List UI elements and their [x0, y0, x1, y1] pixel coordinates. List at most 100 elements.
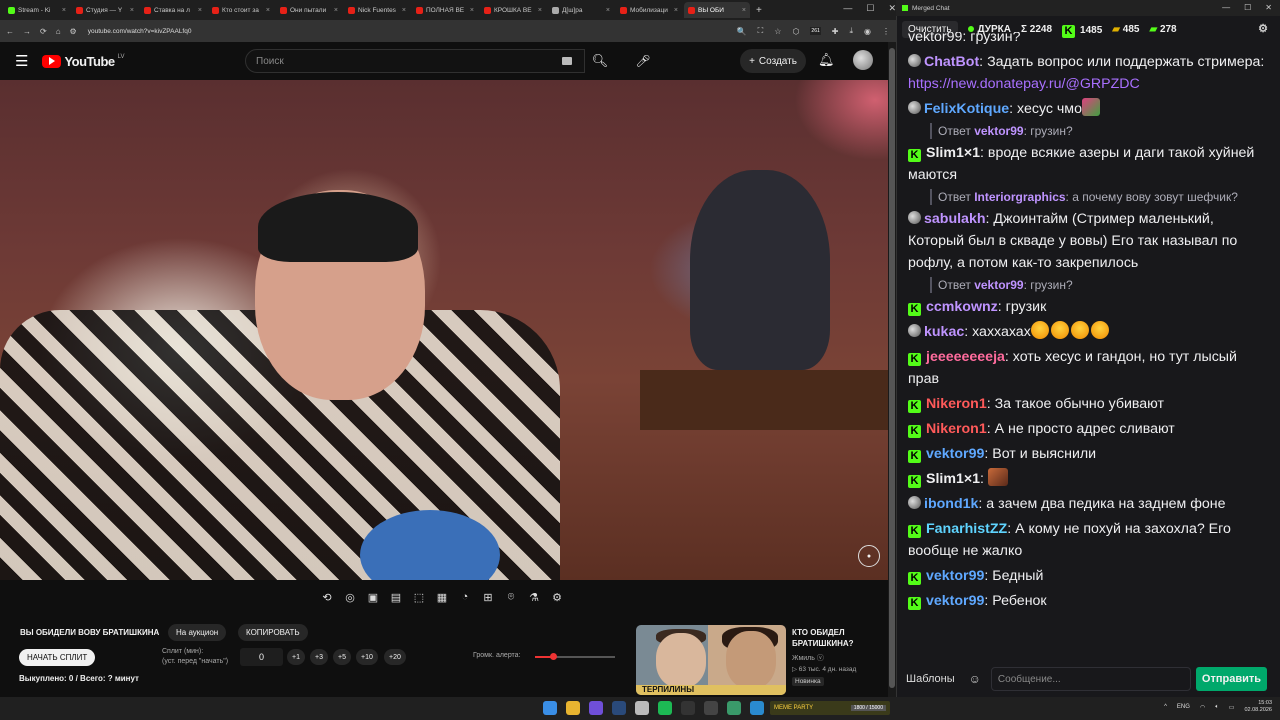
start-split-button[interactable]: НАЧАТЬ СПЛИТ — [19, 649, 96, 666]
steam-icon[interactable] — [612, 701, 626, 715]
keyboard-icon[interactable] — [562, 57, 572, 65]
search-app-icon[interactable] — [635, 701, 649, 715]
battery-icon[interactable]: ▭ — [1229, 704, 1235, 711]
profile-icon[interactable]: ◉ — [864, 27, 871, 36]
page-scrollbar-thumb[interactable] — [889, 48, 895, 688]
send-button[interactable]: Отправить — [1195, 667, 1268, 691]
video-player[interactable] — [0, 80, 888, 580]
recommended-thumbnail[interactable]: ТЕРПИЛИНЫ — [636, 625, 786, 695]
chat-username[interactable]: ibond1k — [924, 496, 978, 512]
browser-tab[interactable]: Мобилизаци × — [616, 2, 682, 18]
auction-button[interactable]: На аукцион — [168, 624, 227, 641]
chat-username[interactable]: kukac — [924, 324, 964, 340]
hamburger-menu-icon[interactable]: ☰ — [15, 52, 28, 70]
zoom-icon[interactable]: 🔍 — [737, 27, 747, 36]
close-icon[interactable]: ✕ — [1265, 3, 1272, 12]
forward-icon[interactable]: → — [23, 27, 31, 36]
reload-icon[interactable]: ⟳ — [40, 27, 47, 36]
add-icon[interactable]: ⊞ — [479, 588, 497, 606]
message-input[interactable]: Сообщение... — [990, 667, 1191, 691]
increment-button[interactable]: +20 — [384, 649, 406, 665]
chat-username[interactable]: Slim1×1 — [926, 145, 980, 161]
app-icon[interactable] — [704, 701, 718, 715]
extensions-icon[interactable]: ⬡ — [792, 27, 799, 36]
chat-username[interactable]: ChatBot — [924, 54, 979, 70]
tab-close-icon[interactable]: × — [334, 7, 338, 14]
youtube-logo[interactable]: YouTube LV — [42, 54, 125, 69]
tab-close-icon[interactable]: × — [266, 7, 270, 14]
microphone-icon[interactable]: 🎤︎ — [632, 49, 654, 73]
close-icon[interactable]: ✕ — [888, 3, 896, 14]
chat-username[interactable]: vektor99 — [926, 568, 984, 584]
chat-username[interactable]: ccmkownz — [926, 299, 998, 315]
chat-username[interactable]: Nikeron1 — [926, 421, 987, 437]
media-widget[interactable]: MEME PARTY 1800 / 15000 — [770, 701, 890, 715]
tab-close-icon[interactable]: × — [198, 7, 202, 14]
bookmark-star-icon[interactable]: ☆ — [774, 27, 781, 36]
chat-username[interactable]: Nikeron1 — [926, 396, 987, 412]
back-icon[interactable]: ← — [6, 27, 14, 36]
recommended-title[interactable]: КТО ОБИДЕЛ БРАТИШКИНА? — [792, 627, 882, 649]
minimize-icon[interactable]: — — [1222, 3, 1230, 12]
language-indicator[interactable]: ENG — [1177, 704, 1190, 710]
tab-close-icon[interactable]: × — [606, 7, 610, 14]
chrome-icon[interactable] — [566, 701, 580, 715]
chat-username[interactable]: FelixKotique — [924, 101, 1009, 117]
download-icon[interactable]: ⤓ — [849, 26, 853, 36]
chat-username[interactable]: sabulakh — [924, 211, 986, 227]
resize-icon[interactable]: ⬚ — [410, 588, 428, 606]
chat-username[interactable]: FanarhistZZ — [926, 521, 1007, 537]
speed-icon[interactable]: ◔ — [456, 588, 474, 606]
url-field[interactable]: youtube.com/watch?v=kivZPAALfq0 — [88, 28, 192, 35]
browser-tab[interactable]: Д[ш]ра × — [548, 2, 614, 18]
kebab-menu-icon[interactable]: ⋮ — [882, 27, 890, 36]
chat-username[interactable]: jeeeeeeeeja — [926, 349, 1005, 365]
recommended-channel[interactable]: Жмиль ⓥ — [792, 653, 824, 663]
avatar[interactable] — [853, 50, 873, 70]
tab-close-icon[interactable]: × — [62, 7, 66, 14]
increment-button[interactable]: +3 — [310, 649, 328, 665]
spotify-icon[interactable] — [658, 701, 672, 715]
new-tab-icon[interactable]: + — [756, 5, 762, 16]
windows-start-icon[interactable] — [543, 701, 557, 715]
tray-chevron-icon[interactable]: ^ — [1164, 704, 1167, 710]
maximize-icon[interactable]: ☐ — [1244, 3, 1251, 12]
wifi-icon[interactable]: ◠ — [1200, 704, 1205, 711]
chat-username[interactable]: vektor99 — [926, 446, 984, 462]
increment-button[interactable]: +10 — [356, 649, 378, 665]
extension-badge[interactable]: 261 — [810, 27, 821, 35]
site-info-icon[interactable]: ⚙ — [70, 27, 77, 36]
translate-icon[interactable]: ⛶ — [758, 26, 764, 36]
notifications-bell-icon[interactable]: 🔔︎ — [818, 52, 835, 68]
cinema-icon[interactable]: ▦ — [433, 588, 451, 606]
miniplayer-icon[interactable]: ● — [858, 545, 880, 567]
create-button[interactable]: + Создать — [740, 49, 806, 73]
discord-icon[interactable] — [589, 701, 603, 715]
browser-tab[interactable]: Nick Fuentes × — [344, 2, 410, 18]
clapper-icon[interactable]: ▤ — [387, 588, 405, 606]
loop-icon[interactable]: ⟲ — [318, 588, 336, 606]
flask-icon[interactable]: ⚗ — [525, 588, 543, 606]
audio-icon[interactable]: ◎ — [341, 588, 359, 606]
minimize-icon[interactable]: — — [843, 3, 852, 14]
screenshot-settings-icon[interactable]: ▣ — [364, 588, 382, 606]
donate-link[interactable]: https://new.donatepay.ru/@GRPZDC — [908, 76, 1140, 92]
templates-button[interactable]: Шаблоны — [906, 673, 955, 685]
home-icon[interactable]: ⌂ — [56, 27, 61, 36]
telegram-icon[interactable] — [750, 701, 764, 715]
maximize-icon[interactable]: ☐ — [866, 3, 874, 14]
tab-close-icon[interactable]: × — [674, 7, 678, 14]
chat-username[interactable]: vektor99 — [926, 593, 984, 609]
tab-close-icon[interactable]: × — [402, 7, 406, 14]
browser-tab[interactable]: КРОШКА ВЕ × — [480, 2, 546, 18]
files-icon[interactable] — [727, 701, 741, 715]
browser-tab[interactable]: ПОЛНАЯ ВЕ × — [412, 2, 478, 18]
chat-username[interactable]: Slim1×1 — [926, 471, 980, 487]
tab-close-icon[interactable]: × — [470, 7, 474, 14]
tab-close-icon[interactable]: × — [130, 7, 134, 14]
obs-icon[interactable] — [681, 701, 695, 715]
clock[interactable]: 15:03 02.08.2026 — [1244, 700, 1272, 714]
search-input[interactable]: Поиск — [245, 49, 585, 73]
puzzle-icon[interactable]: ✚ — [832, 27, 839, 36]
search-icon[interactable]: 🔍︎ — [585, 49, 615, 73]
